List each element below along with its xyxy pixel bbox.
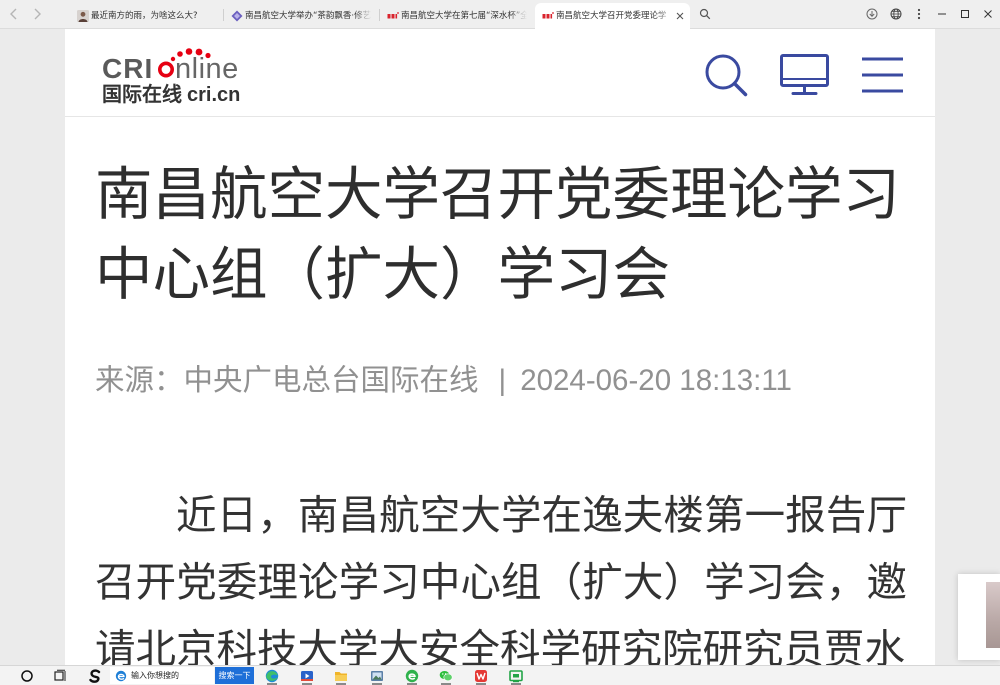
taskbar-app-photos[interactable]	[370, 669, 384, 683]
close-tab-button[interactable]	[675, 11, 685, 21]
chevron-left-icon	[10, 8, 17, 20]
app-icon	[89, 669, 101, 683]
tab-1[interactable]: 最近南方的雨，为啥这么大?	[70, 3, 222, 29]
globe-icon	[890, 8, 902, 20]
globe-button[interactable]	[890, 8, 902, 20]
tab-title: 最近南方的雨，为啥这么大?	[91, 11, 198, 21]
logo-mark-left: CRI	[102, 53, 153, 84]
task-view-button[interactable]	[53, 669, 67, 683]
site-logo[interactable]: CRI nline 国际在线 cri.cn	[100, 44, 250, 108]
close-icon	[676, 12, 684, 20]
new-tab-search-button[interactable]	[699, 8, 711, 20]
edge-icon	[265, 669, 279, 683]
widget-thumbnail-image	[986, 582, 1000, 648]
menu-icon	[862, 57, 903, 93]
header-divider	[65, 116, 935, 117]
search-icon	[699, 8, 711, 20]
source-label: 来源：	[95, 363, 184, 397]
forward-button[interactable]	[31, 8, 43, 20]
diamond-icon	[231, 10, 243, 22]
tab-title: 南昌航空大学召开党委理论学	[556, 11, 667, 21]
article-body-paragraph: 近日，南昌航空大学在逸夫楼第一报告厅召开党委理论学习中心组（扩大）学习会，邀请北…	[95, 491, 907, 665]
search-icon	[705, 54, 748, 97]
taskbar-app-media[interactable]	[300, 669, 314, 683]
taskbar-app-green[interactable]	[509, 669, 523, 683]
windows-taskbar: 搜索一下	[0, 665, 1000, 685]
running-indicator	[336, 683, 346, 685]
close-window-button[interactable]	[982, 8, 994, 20]
monitor-icon	[780, 54, 829, 95]
source-name: 中央广电总台国际在线	[183, 363, 479, 397]
running-indicator	[302, 683, 312, 685]
photos-icon	[371, 671, 383, 681]
maximize-icon	[961, 10, 969, 18]
floating-side-widget[interactable]	[958, 574, 1000, 660]
chevron-right-icon	[34, 8, 41, 20]
running-indicator	[372, 683, 382, 685]
cortana-search-button[interactable]	[20, 669, 34, 683]
running-indicator	[511, 683, 521, 685]
download-icon	[866, 8, 878, 20]
taskbar-app-explorer[interactable]	[334, 669, 348, 683]
minimize-button[interactable]	[936, 8, 948, 20]
task-view-icon	[54, 669, 66, 681]
tab-3[interactable]: 南昌航空大学在第七届“深水杯”全	[380, 3, 533, 29]
maximize-button[interactable]	[959, 8, 971, 20]
folder-icon	[335, 672, 347, 681]
publish-datetime: 2024-06-20 18:13:11	[520, 364, 792, 397]
wechat-icon	[439, 671, 453, 682]
cortana-search-icon	[21, 670, 33, 682]
taskbar-search-box[interactable]	[110, 667, 214, 684]
taskbar-app-wps[interactable]	[474, 669, 488, 683]
tab-2[interactable]: 南昌航空大学举办“茶韵飘香·修艺	[224, 3, 378, 29]
header-video-button[interactable]	[779, 52, 831, 98]
tab-4-active[interactable]: 南昌航空大学召开党委理论学	[535, 3, 690, 29]
logo-mark-right: nline	[175, 53, 239, 85]
green-app-icon	[509, 670, 523, 683]
cri-favicon-icon	[542, 10, 554, 22]
article-page: CRI nline 国际在线 cri.cn 南昌航空大学召开党委理论学习中心组（扩…	[65, 29, 935, 665]
logo-domain: cri.cn	[187, 84, 240, 106]
avatar-icon	[77, 10, 89, 22]
taskbar-app-wechat[interactable]	[439, 669, 453, 683]
article-title: 南昌航空大学召开党委理论学习中心组（扩大）学习会	[95, 161, 900, 308]
running-indicator	[441, 683, 451, 685]
meta-separator: |	[498, 364, 507, 397]
header-menu-button[interactable]	[860, 52, 906, 98]
taskbar-search-button[interactable]: 搜索一下	[215, 667, 254, 684]
download-button[interactable]	[866, 8, 878, 20]
close-icon	[984, 10, 992, 18]
running-indicator	[407, 683, 417, 685]
back-button[interactable]	[8, 8, 20, 20]
logo-cn-name: 国际在线	[102, 82, 182, 106]
taskbar-app-edge[interactable]	[265, 669, 279, 683]
pinned-app[interactable]	[88, 669, 102, 683]
more-menu-button[interactable]	[913, 8, 925, 20]
tab-title: 南昌航空大学举办“茶韵飘香·修艺	[245, 11, 372, 21]
more-vertical-icon	[917, 8, 921, 20]
edge-small-icon	[115, 670, 127, 681]
taskbar-app-360-browser[interactable]	[405, 669, 419, 683]
logo-red-ring	[157, 61, 174, 78]
taskbar-search-input[interactable]	[131, 667, 213, 684]
header-search-button[interactable]	[703, 52, 749, 98]
running-indicator	[476, 683, 486, 685]
article-meta: 来源：中央广电总台国际在线 | 2024-06-20 18:13:11	[95, 360, 907, 400]
browser-tab-bar: 最近南方的雨，为啥这么大? 南昌航空大学举办“茶韵飘香·修艺 南昌航空大学在第七…	[0, 0, 1000, 29]
cri-favicon-icon	[387, 10, 399, 22]
wps-icon	[475, 670, 487, 682]
tab-title: 南昌航空大学在第七届“深水杯”全	[401, 11, 527, 21]
360-browser-icon	[405, 669, 419, 683]
logo-tagline: 国际在线 cri.cn	[102, 82, 240, 106]
media-player-icon	[301, 671, 313, 681]
running-indicator	[267, 683, 277, 685]
minimize-icon	[938, 13, 946, 15]
